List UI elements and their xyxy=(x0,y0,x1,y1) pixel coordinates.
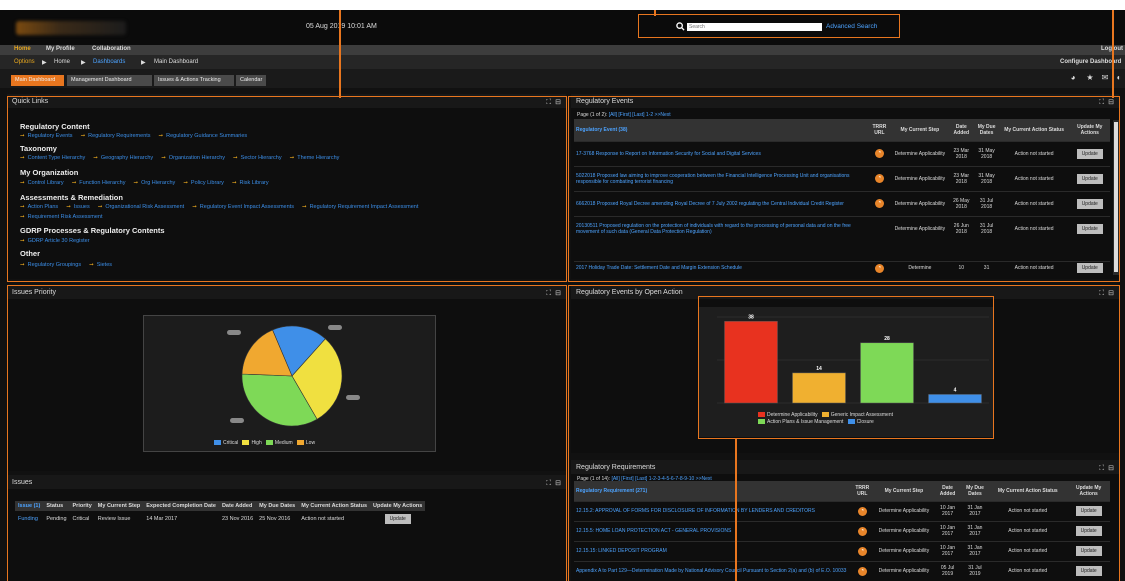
current-datetime: 05 Aug 2019 10:01 AM xyxy=(306,23,377,30)
section-heading: Assessments & Remediation xyxy=(20,193,123,202)
top-bar: 05 Aug 2019 10:01 AM xyxy=(0,10,1125,45)
link-sietes[interactable]: Sietes xyxy=(89,262,112,268)
link-row: Regulatory Groupings Sietes xyxy=(20,262,120,268)
breadcrumb-main-dashboard: Main Dashboard xyxy=(154,59,199,65)
link-regulatory-guidance-summaries[interactable]: Regulatory Guidance Summaries xyxy=(159,133,248,139)
link-row: Content Type Hierarchy Geography Hierarch… xyxy=(20,155,347,161)
link-row: Regulatory Events Regulatory Requirements… xyxy=(20,133,255,139)
link-regulatory-event-impact-assessments[interactable]: Regulatory Event Impact Assessments xyxy=(192,204,294,210)
search-icon[interactable] xyxy=(676,22,685,31)
link-function-hierarchy[interactable]: Function Hierarchy xyxy=(72,180,126,186)
chevron-right-icon: ▶ xyxy=(141,60,146,66)
section-heading: Regulatory Content xyxy=(20,122,90,131)
tab-management-dashboard[interactable]: Management Dashboard xyxy=(67,75,152,86)
refresh-icon[interactable]: ◕ xyxy=(1069,74,1077,82)
link-control-library[interactable]: Control Library xyxy=(20,180,64,186)
main-nav: Home My Profile Collaboration Log out xyxy=(0,45,1125,55)
section-heading: Taxonomy xyxy=(20,144,57,153)
nav-collaboration[interactable]: Collaboration xyxy=(92,46,131,52)
link-regulatory-groupings[interactable]: Regulatory Groupings xyxy=(20,262,81,268)
dashboard-tabs: Main Dashboard Management Dashboard Issu… xyxy=(0,69,1125,88)
link-organization-hierarchy[interactable]: Organization Hierarchy xyxy=(161,155,225,161)
link-regulatory-events[interactable]: Regulatory Events xyxy=(20,133,73,139)
breadcrumb-dashboards[interactable]: Dashboards xyxy=(93,59,125,65)
link-theme-hierarchy[interactable]: Theme Hierarchy xyxy=(290,155,340,161)
annotation-line xyxy=(1112,10,1114,98)
breadcrumb-options[interactable]: Options xyxy=(14,59,35,65)
mail-icon[interactable]: ✉ xyxy=(1101,74,1109,82)
breadcrumb-home[interactable]: Home xyxy=(54,59,70,65)
annotation-line xyxy=(339,10,341,98)
link-gdrp-article-30-register[interactable]: GDRP Article 30 Register xyxy=(20,238,90,244)
highlight-box xyxy=(568,96,1120,282)
link-regulatory-requirements[interactable]: Regulatory Requirements xyxy=(81,133,151,139)
highlight-box xyxy=(7,285,567,581)
link-sector-hierarchy[interactable]: Sector Hierarchy xyxy=(233,155,282,161)
chevron-right-icon: ▶ xyxy=(42,60,47,66)
annotation-line xyxy=(735,439,737,581)
link-org-hierarchy[interactable]: Org Hierarchy xyxy=(133,180,175,186)
link-action-plans[interactable]: Action Plans xyxy=(20,204,58,210)
section-heading: Other xyxy=(20,249,41,258)
highlight-box xyxy=(568,285,1120,581)
nav-home[interactable]: Home xyxy=(14,46,31,52)
link-row: Control Library Function Hierarchy Org Hie… xyxy=(20,180,277,186)
tab-main-dashboard[interactable]: Main Dashboard xyxy=(11,75,64,86)
link-row: GDRP Article 30 Register xyxy=(20,238,98,244)
tab-issues-actions-tracking[interactable]: Issues & Actions Tracking xyxy=(154,75,234,86)
link-row: Action Plans Issues Organizational Risk As… xyxy=(20,204,426,210)
link-risk-library[interactable]: Risk Library xyxy=(232,180,269,186)
help-icon[interactable]: ◐ xyxy=(1115,74,1123,82)
link-content-type-hierarchy[interactable]: Content Type Hierarchy xyxy=(20,155,85,161)
annotation-line xyxy=(654,10,656,16)
link-regulatory-requirement-impact-assessment[interactable]: Regulatory Requirement Impact Assessment xyxy=(302,204,418,210)
link-organizational-risk-assessment[interactable]: Organizational Risk Assessment xyxy=(98,204,184,210)
breadcrumb: Options ▶ Home ▶ Dashboards ▶ Main Dashb… xyxy=(0,55,1125,69)
company-logo xyxy=(16,21,126,35)
link-geography-hierarchy[interactable]: Geography Hierarchy xyxy=(93,155,153,161)
search-input[interactable] xyxy=(687,23,822,31)
nav-my-profile[interactable]: My Profile xyxy=(46,46,75,52)
section-heading: GDRP Processes & Regulatory Contents xyxy=(20,226,165,235)
advanced-search-link[interactable]: Advanced Search xyxy=(826,23,877,30)
link-policy-library[interactable]: Policy Library xyxy=(183,180,224,186)
highlight-box xyxy=(7,96,567,282)
tab-calendar[interactable]: Calendar xyxy=(236,75,266,86)
app-window: 05 Aug 2019 10:01 AM Advanced Search Hom… xyxy=(0,10,1125,581)
star-icon[interactable]: ★ xyxy=(1086,74,1094,82)
chevron-right-icon: ▶ xyxy=(81,60,86,66)
section-heading: My Organization xyxy=(20,168,79,177)
link-issues[interactable]: Issues xyxy=(66,204,90,210)
link-requirement-risk-assessment[interactable]: Requirement Risk Assessment xyxy=(20,214,103,220)
link-row: Requirement Risk Assessment xyxy=(20,214,111,220)
